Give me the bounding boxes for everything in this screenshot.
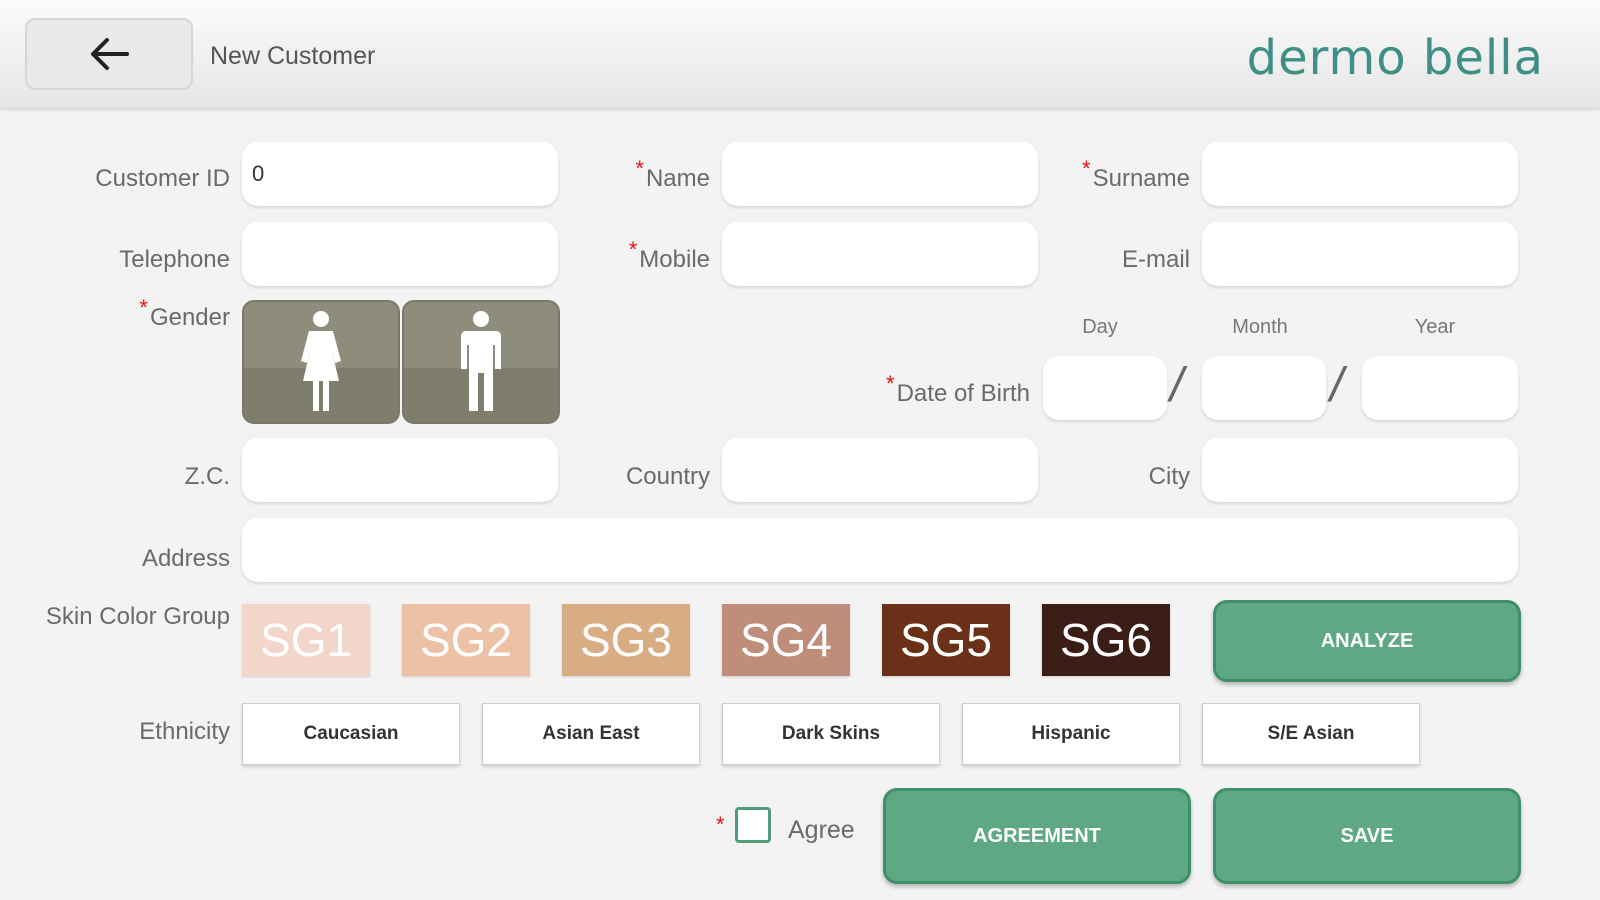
skin-group-sg1[interactable]: SG1 (242, 604, 370, 676)
dob-separator: / (1170, 359, 1184, 412)
customer-id-field[interactable] (242, 142, 558, 206)
telephone-label: Telephone (119, 246, 230, 273)
required-mark: * (635, 156, 644, 181)
dob-separator: / (1330, 359, 1344, 412)
zc-label: Z.C. (184, 463, 230, 490)
telephone-field[interactable] (242, 222, 558, 286)
dob-label: *Date of Birth (820, 371, 1030, 408)
address-label: Address (141, 545, 230, 572)
brand-logo: dermo bella (1246, 30, 1544, 86)
required-mark: * (1082, 156, 1091, 181)
sg-label: SG3 (579, 614, 673, 666)
ethnicity-hispanic[interactable]: Hispanic (962, 703, 1180, 765)
dob-year-field[interactable] (1362, 356, 1518, 420)
dob-day-field[interactable] (1043, 356, 1167, 420)
zc-field[interactable] (242, 438, 558, 502)
skin-group-sg6[interactable]: SG6 (1042, 604, 1170, 676)
dob-label-text: Date of Birth (896, 380, 1030, 407)
surname-field[interactable] (1202, 142, 1518, 206)
country-field[interactable] (722, 438, 1038, 502)
male-icon (461, 311, 501, 411)
ethnicity-asian-east[interactable]: Asian East (482, 703, 700, 765)
gender-male-button[interactable] (402, 300, 560, 424)
skin-group-sg2[interactable]: SG2 (402, 604, 530, 676)
mobile-label-text: Mobile (639, 246, 710, 273)
ethnicity-se-asian[interactable]: S/E Asian (1202, 703, 1420, 765)
skin-group-sg4[interactable]: SG4 (722, 604, 850, 676)
address-field[interactable] (242, 518, 1518, 582)
female-icon (301, 311, 341, 411)
name-label-text: Name (645, 165, 710, 192)
ethnicity-dark-skins[interactable]: Dark Skins (722, 703, 940, 765)
arrow-left-icon (91, 38, 129, 70)
dob-year-label: Year (1414, 316, 1456, 338)
skin-group-sg3[interactable]: SG3 (562, 604, 690, 676)
sg-label: SG6 (1059, 614, 1153, 666)
ethnicity-label: Ethnicity (139, 718, 230, 745)
app-header: New Customer dermo bella (0, 0, 1600, 108)
customer-id-label: Customer ID (95, 165, 230, 192)
gender-label: *Gender (40, 295, 230, 332)
sg-label: SG2 (419, 614, 513, 666)
mobile-label: *Mobile (560, 237, 710, 274)
surname-label: *Surname (1030, 156, 1190, 193)
agreement-button[interactable]: AGREEMENT (883, 788, 1191, 884)
required-mark: * (886, 371, 895, 396)
required-mark: * (628, 237, 638, 262)
dob-day-label: Day (1082, 316, 1118, 338)
sg-label: SG5 (899, 614, 993, 666)
name-field[interactable] (722, 142, 1038, 206)
analyze-button[interactable]: ANALYZE (1213, 600, 1521, 682)
email-label: E-mail (1121, 246, 1190, 273)
surname-label-text: Surname (1092, 165, 1190, 192)
back-button[interactable] (25, 18, 193, 90)
city-field[interactable] (1202, 438, 1518, 502)
agree-required-mark: * (716, 812, 725, 837)
gender-label-text: Gender (149, 304, 230, 331)
city-label: City (1148, 463, 1190, 490)
name-label: *Name (560, 156, 710, 193)
save-button[interactable]: SAVE (1213, 788, 1521, 884)
gender-female-button[interactable] (242, 300, 400, 424)
country-label: Country (625, 463, 710, 490)
skin-color-group-label: Skin Color Group (45, 603, 230, 630)
agree-checkbox[interactable] (735, 807, 771, 843)
sg-label: SG4 (739, 614, 833, 666)
ethnicity-caucasian[interactable]: Caucasian (242, 703, 460, 765)
page-title: New Customer (210, 42, 376, 70)
agree-label: Agree (788, 816, 855, 844)
dob-month-field[interactable] (1202, 356, 1326, 420)
skin-group-sg5[interactable]: SG5 (882, 604, 1010, 676)
email-field[interactable] (1202, 222, 1518, 286)
sg-label: SG1 (259, 614, 353, 666)
dob-month-label: Month (1232, 316, 1288, 338)
required-mark: * (139, 295, 148, 320)
mobile-field[interactable] (722, 222, 1038, 286)
